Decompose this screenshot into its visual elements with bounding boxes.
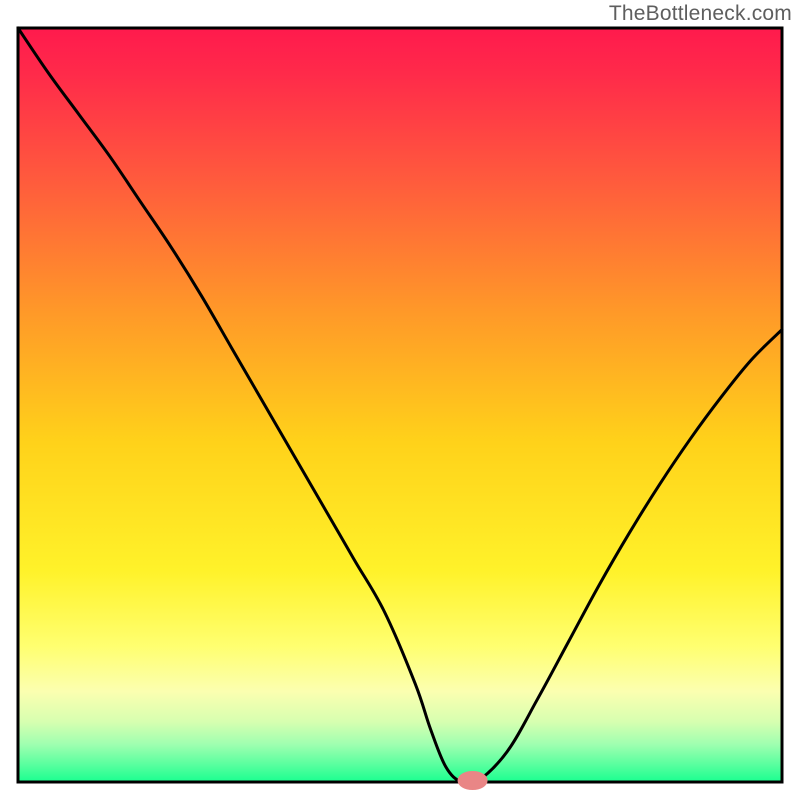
bottleneck-chart — [0, 0, 800, 800]
plot-gradient-background — [18, 28, 782, 782]
attribution-label: TheBottleneck.com — [609, 2, 792, 26]
optimal-marker — [458, 771, 487, 789]
chart-container: TheBottleneck.com — [0, 0, 800, 800]
